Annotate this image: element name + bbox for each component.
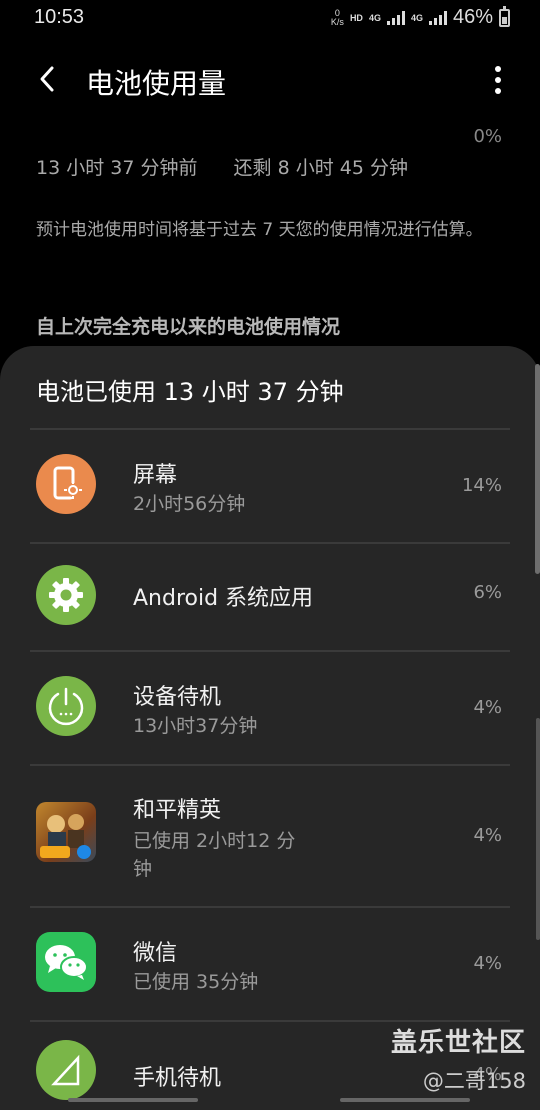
list-item-android-system[interactable]: Android 系统应用 6% (0, 542, 540, 650)
game-icon (36, 802, 96, 862)
divider (30, 906, 510, 908)
signal-icon (386, 10, 405, 25)
signal-icon (36, 1040, 96, 1100)
usage-time-row: 13 小时 37 分钟前 还剩 8 小时 45 分钟 (36, 153, 408, 180)
divider (30, 542, 510, 544)
battery-icon (499, 5, 510, 27)
divider (30, 764, 510, 766)
net-speed-unit: K/s (330, 16, 344, 27)
app-name: 微信 (133, 941, 178, 966)
battery-usage-sheet: 电池已使用 13 小时 37 分钟 屏幕 2小时56分钟 14% Android… (0, 346, 540, 1110)
page-title: 电池使用量 (86, 67, 227, 100)
divider (30, 428, 510, 430)
app-name: 和平精英 (133, 798, 222, 823)
battery-percent: 46% (452, 6, 493, 28)
more-dot (495, 77, 501, 83)
more-dot (495, 88, 501, 94)
more-options-button[interactable] (488, 66, 508, 96)
app-percent: 6% (473, 582, 502, 603)
app-usage-time: 13小时37分钟 (133, 715, 258, 737)
gear-icon (36, 565, 96, 625)
watermark-user: @二哥158 (422, 1069, 526, 1093)
section-header: 自上次完全充电以来的电池使用情况 (36, 316, 341, 338)
watermark-title: 盖乐世社区 (390, 1028, 526, 1058)
since-time: 13 小时 37 分钟前 (36, 157, 198, 179)
screen: 10:53 0 K/s HD 4G 4G 46% 电池使用量 0% 13 小时 … (0, 0, 540, 1110)
app-usage-time: 已使用 2小时12 分钟 (133, 830, 296, 880)
battery-fill (502, 17, 507, 24)
app-percent: 4% (473, 953, 502, 974)
app-percent: 4% (473, 825, 502, 846)
list-item-wechat[interactable]: 微信 已使用 35分钟 4% (0, 906, 540, 1020)
remaining-time: 还剩 8 小时 45 分钟 (233, 157, 408, 179)
screen-brightness-icon (36, 454, 96, 514)
app-usage-time: 已使用 35分钟 (133, 971, 259, 993)
app-percent: 14% (461, 475, 502, 496)
list-item-device-idle[interactable]: 设备待机 13小时37分钟 4% (0, 650, 540, 764)
list-item-game[interactable]: 和平精英 已使用 2小时12 分钟 4% (0, 764, 540, 906)
app-bar: 电池使用量 (0, 50, 540, 110)
divider (30, 650, 510, 652)
sim2-4g-icon: 4G (410, 12, 423, 23)
estimate-note: 预计电池使用时间将基于过去 7 天您的使用情况进行估算。 (36, 220, 483, 240)
sheet-title: 电池已使用 13 小时 37 分钟 (36, 378, 344, 406)
app-usage-time: 2小时56分钟 (133, 493, 246, 515)
back-button[interactable] (32, 62, 64, 96)
network-speed: 0 K/s (330, 8, 344, 27)
watermark: 盖乐世社区 @二哥158 (391, 1022, 526, 1095)
more-dot (495, 66, 501, 72)
app-list: 屏幕 2小时56分钟 14% Android 系统应用 6% 设备待机 13小时… (0, 428, 540, 1110)
nav-handle-left (68, 1098, 198, 1102)
app-name: 屏幕 (133, 463, 178, 488)
list-item-screen[interactable]: 屏幕 2小时56分钟 14% (0, 428, 540, 542)
sim1-4g-icon: 4G (368, 12, 381, 23)
chart-axis-label: 0% (473, 126, 502, 147)
status-time: 10:53 (34, 6, 85, 28)
app-name: 设备待机 (133, 685, 222, 710)
app-name: 手机待机 (133, 1066, 222, 1091)
status-icons: 0 K/s HD 4G 4G 46% (330, 5, 510, 29)
nav-handle-right (340, 1098, 470, 1102)
power-icon (36, 676, 96, 736)
app-percent: 4% (473, 697, 502, 718)
back-arrow-icon (40, 66, 54, 92)
wechat-icon (36, 932, 96, 992)
signal-icon-2 (428, 10, 447, 25)
status-bar: 10:53 0 K/s HD 4G 4G 46% (0, 0, 540, 38)
app-name: Android 系统应用 (133, 586, 314, 611)
hd-icon: HD (349, 12, 363, 23)
